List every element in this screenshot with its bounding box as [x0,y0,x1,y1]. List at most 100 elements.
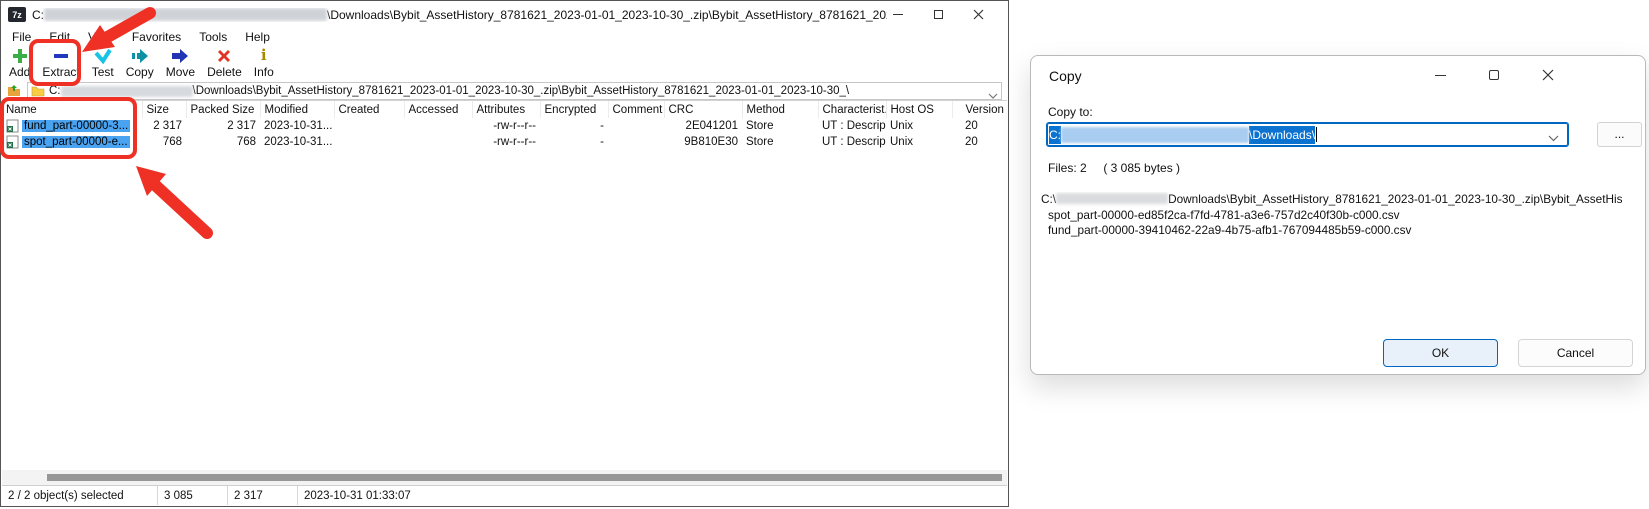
copy-button[interactable]: Copy [120,45,160,80]
menu-view[interactable]: View [79,30,123,44]
table-header-row: Name Size Packed Size Modified Created A… [2,101,1007,118]
source-path-prefix: C:\ [1041,192,1056,206]
close-icon [1542,69,1554,81]
status-selection: 2 / 2 object(s) selected [2,486,157,505]
close-button[interactable] [958,1,998,27]
redacted-user-path [1061,127,1249,143]
col-encrypted[interactable]: Encrypted [540,101,608,118]
address-suffix: \Downloads\Bybit_AssetHistory_8781621_20… [193,85,850,97]
ok-button[interactable]: OK [1383,339,1498,367]
destination-suffix: \Downloads\ [1249,126,1315,144]
menu-help[interactable]: Help [236,30,279,44]
move-button[interactable]: Move [160,45,201,80]
table-row[interactable]: spot_part-00000-e... 768 768 2023-10-31.… [2,134,1007,150]
title-path-prefix: C: [32,8,44,22]
title-bar: 7z C: \Downloads\Bybit_AssetHistory_87816… [1,1,1008,28]
test-label: Test [92,65,114,79]
copy-to-label: Copy to: [1048,105,1093,119]
main-window: 7z C: \Downloads\Bybit_AssetHistory_87816… [0,0,1009,507]
file-name: fund_part-00000-3... [22,120,130,132]
col-accessed[interactable]: Accessed [404,101,472,118]
browse-button[interactable]: ... [1597,122,1642,147]
delete-button[interactable]: Delete [201,45,248,80]
window-title: C: \Downloads\Bybit_AssetHistory_8781621_… [32,8,887,22]
delete-icon [216,46,232,65]
combo-chevron-icon[interactable] [1548,131,1559,145]
col-method[interactable]: Method [742,101,818,118]
info-button[interactable]: i Info [248,45,280,80]
delete-label: Delete [207,65,242,79]
move-icon [171,46,189,65]
file-list-panel: Name Size Packed Size Modified Created A… [2,100,1007,469]
7zip-app-icon: 7z [8,7,26,22]
title-path-suffix: \Downloads\Bybit_AssetHistory_8781621_20… [327,8,887,22]
col-name[interactable]: Name [2,101,142,118]
col-size[interactable]: Size [142,101,186,118]
extract-button[interactable]: Extract [36,45,85,80]
maximize-icon [934,10,943,19]
col-version[interactable]: Version [952,101,1007,118]
close-icon [973,9,984,20]
add-button[interactable]: Add [3,45,36,80]
folder-icon [31,85,45,97]
add-icon [11,46,29,65]
extract-label: Extract [42,65,79,79]
menu-bar: File Edit View Favorites Tools Help [3,28,279,45]
cancel-button[interactable]: Cancel [1518,339,1633,367]
test-button[interactable]: Test [86,45,120,80]
col-crc[interactable]: CRC [664,101,742,118]
test-icon [94,46,112,65]
scrollbar-thumb[interactable] [47,474,1002,481]
col-modified[interactable]: Modified [260,101,334,118]
col-comment[interactable]: Comment [608,101,664,118]
dialog-title: Copy [1049,68,1082,84]
col-packed-size[interactable]: Packed Size [186,101,260,118]
menu-tools[interactable]: Tools [190,30,236,44]
copy-dialog: Copy Copy to: C:\Downloads\ ... Files: 2… [1030,55,1646,375]
redacted-user-path [44,8,327,21]
address-bar: C: \Downloads\Bybit_AssetHistory_8781621_… [1,82,1008,101]
menu-favorites[interactable]: Favorites [123,30,190,44]
menu-edit[interactable]: Edit [40,30,79,44]
address-prefix: C: [49,85,61,97]
file-table: Name Size Packed Size Modified Created A… [2,101,1007,150]
text-caret [1316,127,1317,142]
col-characteristics[interactable]: Characterist... [818,101,886,118]
redacted-user-path [1056,193,1168,204]
toolbar: Add Extract Test Copy Move [3,45,280,81]
dialog-minimize-button[interactable] [1423,62,1457,88]
source-path-block: C:\ Downloads\Bybit_AssetHistory_8781621_… [1041,192,1637,239]
file-name: spot_part-00000-e... [22,136,130,148]
source-file-2: fund_part-00000-39410462-22a9-4b75-afb1-… [1048,223,1637,239]
source-path: C:\ Downloads\Bybit_AssetHistory_8781621_… [1041,192,1637,208]
copy-icon [131,46,149,65]
status-bar: 2 / 2 object(s) selected 3 085 2 317 202… [2,485,1007,505]
minimize-icon [1435,75,1446,76]
extract-icon [52,46,70,65]
add-label: Add [9,65,30,79]
destination-combobox[interactable]: C: \Downloads\ [1046,122,1569,147]
table-row[interactable]: fund_part-00000-3... 2 317 2 317 2023-10… [2,118,1007,134]
address-input[interactable]: C: \Downloads\Bybit_AssetHistory_8781621_… [27,82,1002,100]
csv-file-icon [6,119,19,133]
redacted-user-path [61,86,193,97]
status-timestamp: 2023-10-31 01:33:07 [297,486,1007,505]
col-attributes[interactable]: Attributes [472,101,540,118]
info-icon: i [261,46,267,65]
source-file-1: spot_part-00000-ed85f2ca-f7fd-4781-a3e6-… [1048,208,1637,224]
horizontal-scrollbar[interactable] [2,470,1007,485]
menu-file[interactable]: File [3,30,40,44]
minimize-icon [893,14,903,15]
minimize-button[interactable] [878,1,918,27]
source-path-suffix: Downloads\Bybit_AssetHistory_8781621_202… [1168,192,1622,206]
csv-file-icon [6,135,19,149]
col-host-os[interactable]: Host OS [886,101,952,118]
dialog-maximize-button[interactable] [1477,62,1511,88]
dialog-close-button[interactable] [1531,62,1565,88]
info-label: Info [254,65,274,79]
destination-prefix: C: [1049,126,1061,144]
col-created[interactable]: Created [334,101,404,118]
maximize-button[interactable] [918,1,958,27]
status-selected-size: 2 317 [227,486,297,505]
maximize-icon [1489,70,1499,80]
